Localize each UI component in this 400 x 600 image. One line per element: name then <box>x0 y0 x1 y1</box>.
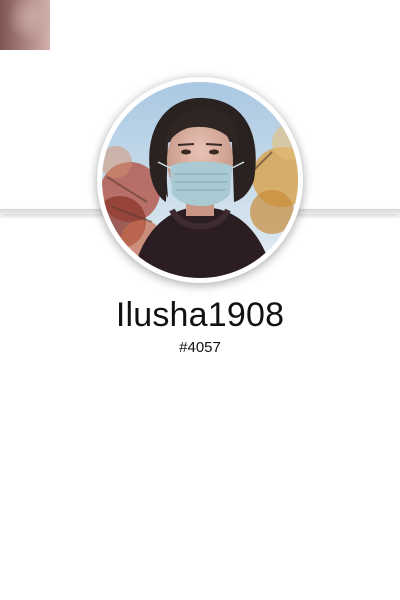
avatar-photo <box>102 82 298 278</box>
thumbnail-image[interactable] <box>0 0 50 50</box>
user-tag: #4057 <box>179 339 221 356</box>
avatar <box>102 82 298 278</box>
username: Ilusha1908 <box>115 296 285 334</box>
profile-page: Ilusha1908 #4057 <box>0 0 400 600</box>
avatar-frame[interactable] <box>97 77 303 283</box>
